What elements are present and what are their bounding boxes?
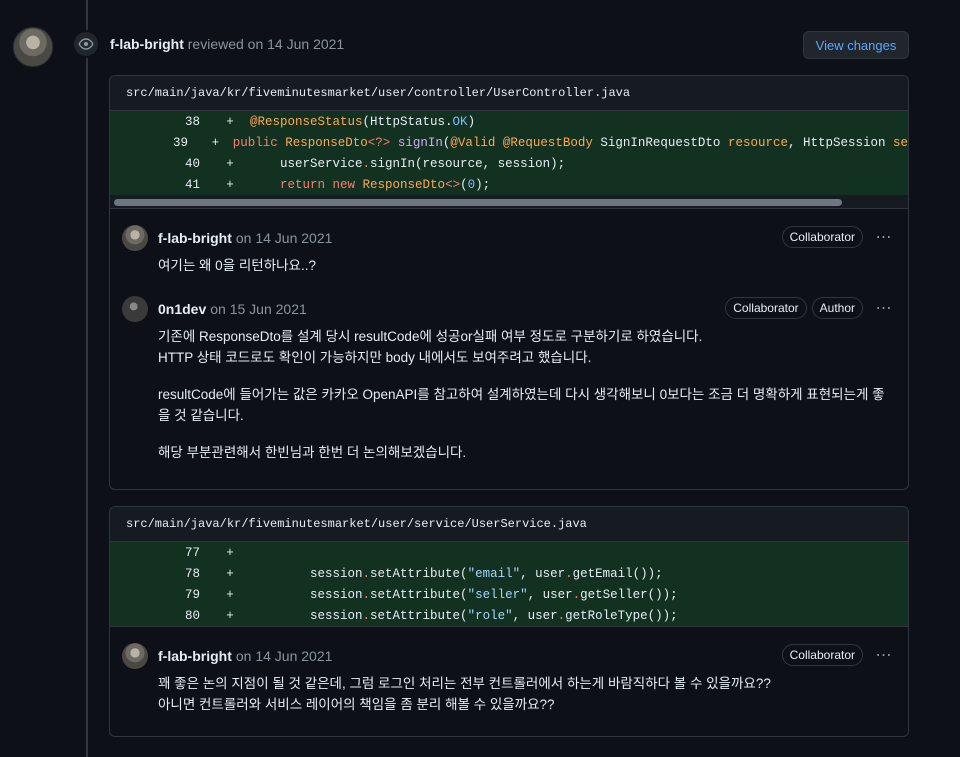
comment-paragraph: 기존에 ResponseDto를 설계 당시 resultCode에 성공or실… — [158, 329, 703, 365]
review-comment: f-lab-bright on 14 Jun 2021 Collaborator… — [110, 643, 908, 715]
diff-line: 79 + session.setAttribute("seller", user.… — [110, 584, 908, 605]
diff-sign: + — [226, 156, 234, 171]
review-author[interactable]: f-lab-bright — [110, 36, 184, 52]
diff-line: 38 + @ResponseStatus(HttpStatus.OK) — [110, 111, 908, 132]
comment-paragraph: 해당 부분관련해서 한빈님과 한번 더 논의해보겠습니다. — [158, 445, 467, 460]
comment-badges: Collaborator ⋯ — [781, 226, 896, 248]
line-number: 78 — [184, 566, 200, 581]
timeline-line — [86, 0, 88, 757]
code-text: session.setAttribute("seller", user.getS… — [250, 587, 678, 602]
kebab-horizontal-icon[interactable]: ⋯ — [872, 226, 896, 248]
avatar[interactable] — [122, 643, 148, 669]
eye-icon — [72, 30, 100, 58]
line-number: 40 — [184, 156, 200, 171]
diff-sign: + — [226, 545, 234, 560]
file-path[interactable]: src/main/java/kr/fiveminutesmarket/user/… — [110, 507, 908, 542]
diff-line: 80 + session.setAttribute("role", user.ge… — [110, 605, 908, 626]
kebab-horizontal-icon[interactable]: ⋯ — [872, 297, 896, 319]
comment-badges: Collaborator ⋯ — [781, 644, 896, 666]
comment-date[interactable]: on 14 Jun 2021 — [236, 648, 333, 664]
review-header: f-lab-bright reviewed on 14 Jun 2021 — [110, 36, 344, 52]
comment-author[interactable]: f-lab-bright — [158, 648, 232, 664]
scrollbar-thumb[interactable] — [114, 199, 842, 206]
code-text: session.setAttribute("email", user.getEm… — [250, 566, 663, 581]
code-text: userService.signIn(resource, session); — [250, 156, 566, 171]
comment-author[interactable]: 0n1dev — [158, 301, 206, 317]
diff-hunk: 38 + @ResponseStatus(HttpStatus.OK) 39 + pub… — [110, 111, 908, 195]
line-number: 77 — [184, 545, 200, 560]
line-number: 41 — [184, 177, 200, 192]
reviewer-avatar[interactable] — [13, 27, 53, 67]
collaborator-badge: Collaborator — [781, 226, 863, 248]
review-action: reviewed on 14 Jun 2021 — [187, 36, 345, 52]
diff-sign: + — [226, 177, 234, 192]
kebab-horizontal-icon[interactable]: ⋯ — [872, 644, 896, 666]
diff-sign: + — [226, 587, 234, 602]
code-text: public ResponseDto<?> signIn(@Valid @Req… — [232, 135, 908, 150]
diff-sign: + — [211, 135, 220, 150]
diff-line: 39 + public ResponseDto<?> signIn(@Valid @… — [110, 132, 908, 153]
collaborator-badge: Collaborator — [725, 297, 807, 319]
comment-author[interactable]: f-lab-bright — [158, 230, 232, 246]
line-number: 39 — [173, 135, 189, 150]
diff-line: 41 + return new ResponseDto<>(0); — [110, 174, 908, 195]
diff-sign: + — [226, 566, 234, 581]
review-comment: f-lab-bright on 14 Jun 2021 Collaborator… — [110, 225, 908, 276]
comment-body: 꽤 좋은 논의 지점이 될 것 같은데, 그럼 로그인 처리는 전부 컨트롤러에… — [158, 673, 908, 715]
comment-badges: Collaborator Author ⋯ — [725, 297, 896, 319]
comment-paragraph: resultCode에 들어가는 값은 카카오 OpenAPI를 참고하여 설계… — [158, 387, 885, 423]
avatar[interactable] — [122, 296, 148, 322]
avatar[interactable] — [122, 225, 148, 251]
diff-line: 78 + session.setAttribute("email", user.g… — [110, 563, 908, 584]
review-thread: src/main/java/kr/fiveminutesmarket/user/… — [109, 506, 909, 737]
diff-sign: + — [226, 608, 234, 623]
comment-date[interactable]: on 15 Jun 2021 — [210, 301, 307, 317]
review-thread: src/main/java/kr/fiveminutesmarket/user/… — [109, 75, 909, 490]
review-comment: 0n1dev on 15 Jun 2021 Collaborator Autho… — [110, 296, 908, 463]
diff-line: 40 + userService.signIn(resource, session… — [110, 153, 908, 174]
comment-date[interactable]: on 14 Jun 2021 — [236, 230, 333, 246]
collaborator-badge: Collaborator — [781, 644, 863, 666]
comment-paragraph: 여기는 왜 0을 리턴하나요..? — [158, 258, 316, 273]
code-text: @ResponseStatus(HttpStatus.OK) — [250, 114, 476, 129]
author-badge: Author — [811, 297, 863, 319]
horizontal-scrollbar[interactable] — [110, 195, 908, 209]
code-text: session.setAttribute("role", user.getRol… — [250, 608, 678, 623]
code-text: return new ResponseDto<>(0); — [280, 177, 491, 192]
line-number: 80 — [184, 608, 200, 623]
file-path[interactable]: src/main/java/kr/fiveminutesmarket/user/… — [110, 76, 908, 111]
diff-hunk: 77 + 78 + session.setAttribute("email", us… — [110, 542, 908, 627]
diff-sign: + — [226, 114, 234, 129]
comment-body: 기존에 ResponseDto를 설계 당시 resultCode에 성공or실… — [158, 326, 908, 463]
comment-paragraph: 꽤 좋은 논의 지점이 될 것 같은데, 그럼 로그인 처리는 전부 컨트롤러에… — [158, 676, 771, 712]
line-number: 79 — [184, 587, 200, 602]
diff-line: 77 + — [110, 542, 908, 563]
comment-body: 여기는 왜 0을 리턴하나요..? — [158, 255, 908, 276]
line-number: 38 — [184, 114, 200, 129]
view-changes-button[interactable]: View changes — [803, 31, 909, 59]
